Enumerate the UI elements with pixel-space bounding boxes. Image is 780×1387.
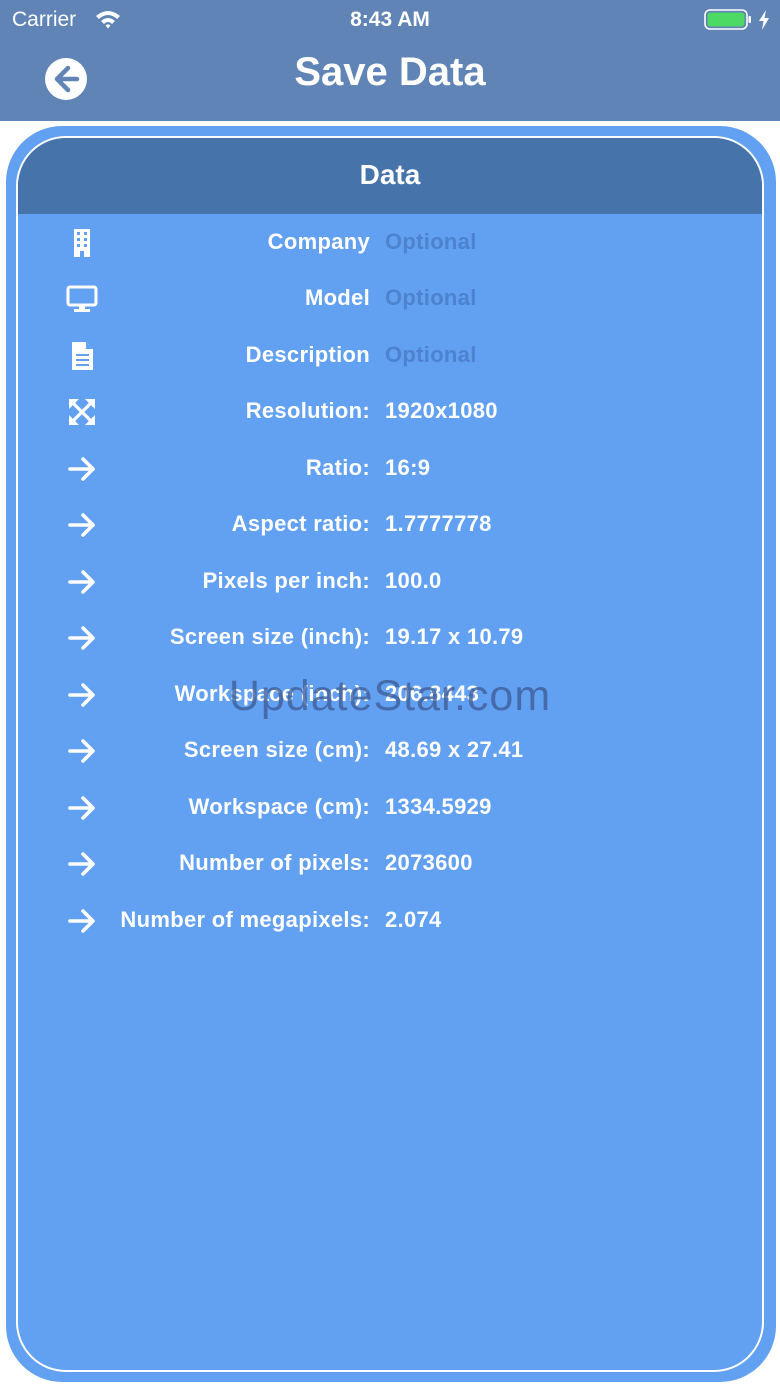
screen-size-cm-row: Screen size (cm): 48.69 x 27.41 (18, 724, 762, 774)
row-value: 100.0 (385, 568, 442, 593)
workspace-cm-row: Workspace (cm): 1334.5929 (18, 781, 762, 831)
description-input[interactable]: Optional (385, 342, 477, 368)
row-label: Screen size (inch): (169, 624, 370, 649)
row-value: 19.17 x 10.79 (385, 624, 524, 649)
arrow-right-icon (68, 513, 95, 537)
arrow-right-icon (68, 796, 95, 820)
row-label: Resolution: (245, 398, 370, 423)
card-header: Data (18, 138, 762, 214)
row-label: Description (245, 342, 370, 367)
charging-icon (759, 10, 769, 30)
row-value: 1920x1080 (385, 398, 498, 423)
arrow-right-icon (68, 683, 95, 707)
megapixels-row: Number of megapixels: 2.074 (18, 894, 762, 944)
aspect-ratio-row: Aspect ratio: 1.7777778 (18, 498, 762, 548)
expand-icon (69, 399, 95, 425)
monitor-icon (66, 285, 98, 312)
row-label: Model (304, 285, 370, 310)
model-row[interactable]: Model Optional (18, 272, 762, 322)
company-row[interactable]: Company Optional (18, 216, 762, 266)
document-icon (72, 342, 93, 370)
arrow-right-icon (68, 570, 95, 594)
building-icon (74, 229, 90, 257)
row-label: Aspect ratio: (231, 511, 370, 536)
pixels-row: Number of pixels: 2073600 (18, 837, 762, 887)
ratio-row: Ratio: 16:9 (18, 442, 762, 492)
model-input[interactable]: Optional (385, 285, 477, 311)
row-label: Ratio: (305, 455, 370, 480)
arrow-right-icon (68, 852, 95, 876)
screen-size-inch-row: Screen size (inch): 19.17 x 10.79 (18, 611, 762, 661)
row-value: 206.8443 (385, 681, 480, 706)
arrow-right-icon (68, 626, 95, 650)
row-value: 16:9 (385, 455, 431, 480)
status-bar: Carrier 8:43 AM (0, 0, 780, 40)
arrow-right-icon (68, 739, 95, 763)
row-value: 48.69 x 27.41 (385, 737, 524, 762)
arrow-right-icon (68, 909, 95, 933)
row-label: Workspace (cm): (188, 794, 370, 819)
row-label: Number of megapixels: (120, 907, 370, 932)
row-value: 1.7777778 (385, 511, 492, 536)
arrow-right-icon (68, 457, 95, 481)
ppi-row: Pixels per inch: 100.0 (18, 555, 762, 605)
description-row[interactable]: Description Optional (18, 329, 762, 379)
row-label: Company (267, 229, 370, 254)
page-title: Save Data (294, 50, 486, 94)
row-label: Workspace (inch): (174, 681, 370, 706)
card-title: Data (359, 159, 421, 190)
row-value: 2.074 (385, 907, 442, 932)
clock: 8:43 AM (350, 8, 430, 31)
battery-icon (704, 9, 751, 30)
row-label: Pixels per inch: (202, 568, 370, 593)
workspace-inch-row: Workspace (inch): 206.8443 (18, 668, 762, 718)
row-label: Number of pixels: (179, 850, 370, 875)
row-label: Screen size (cm): (183, 737, 370, 762)
row-value: 2073600 (385, 850, 473, 875)
company-input[interactable]: Optional (385, 229, 477, 255)
data-card: Data Company Optional Model Optional Des… (16, 136, 764, 1372)
navigation-bar: Carrier 8:43 AM Save Data (0, 0, 780, 121)
row-value: 1334.5929 (385, 794, 492, 819)
resolution-row: Resolution: 1920x1080 (18, 385, 762, 435)
